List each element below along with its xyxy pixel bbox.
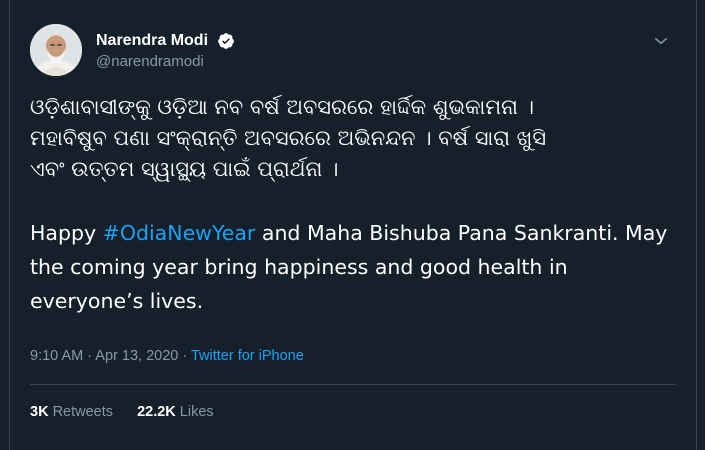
likes-label: Likes [179,404,214,420]
tweet-source-link[interactable]: Twitter for iPhone [191,348,304,364]
odia-line: ଏବଂ ଉତ୍ତମ ସ୍ୱାସ୍ଥ୍ୟ ପାଇଁ ପ୍ରାର୍ଥନା । [30,157,339,181]
verified-badge-icon [218,32,234,49]
tweet-time[interactable]: 9:10 AM [30,348,83,364]
english-text: Happy #OdiaNewYear and Maha Bishuba Pana… [30,216,672,318]
tweet-stats: 3K Retweets 22.2K Likes [30,404,234,420]
divider [30,384,676,385]
tweet-header: Narendra Modi @narendramodi [30,22,676,82]
author-handle[interactable]: @narendramodi [96,53,235,70]
likes-count: 22.2K [137,404,176,420]
avatar[interactable] [30,24,82,76]
odia-text: ଓଡ଼ିଶାବାସୀଙ୍କୁ ଓଡ଼ିଆ ନବ ବର୍ଷ ଅବସରରେ ହାର୍… [30,92,672,185]
meta-separator: · [83,348,96,364]
text-prefix: Happy [30,221,103,245]
tweet-date[interactable]: Apr 13, 2020 [95,348,178,364]
author-info: Narendra Modi @narendramodi [96,30,235,70]
retweets-stat[interactable]: 3K Retweets [30,404,113,420]
retweets-count: 3K [30,404,49,420]
likes-stat[interactable]: 22.2K Likes [137,404,214,420]
tweet-card: Narendra Modi @narendramodi ଓଡ଼ିଶାବାସୀଙ୍… [9,0,697,450]
profile-photo-icon [30,24,82,76]
hashtag-link[interactable]: #OdiaNewYear [103,221,256,245]
odia-line: ମହାବିଷୁବ ପଣା ସଂକ୍ରାନ୍ତି ଅବସରରେ ଅଭିନନ୍ଦନ … [30,126,547,150]
retweets-label: Retweets [52,404,114,420]
chevron-down-icon[interactable] [652,32,670,50]
tweet-text: ଓଡ଼ିଶାବାସୀଙ୍କୁ ଓଡ଼ିଆ ନବ ବର୍ଷ ଅବସରରେ ହାର୍… [30,92,672,318]
english-paragraph: Happy #OdiaNewYear and Maha Bishuba Pana… [30,216,672,318]
author-display-name[interactable]: Narendra Modi [96,32,208,50]
odia-line: ଓଡ଼ିଶାବାସୀଙ୍କୁ ଓଡ଼ିଆ ନବ ବର୍ଷ ଅବସରରେ ହାର୍… [30,95,535,119]
meta-separator: · [178,348,191,364]
tweet-meta: 9:10 AM · Apr 13, 2020 · Twitter for iPh… [30,348,304,364]
